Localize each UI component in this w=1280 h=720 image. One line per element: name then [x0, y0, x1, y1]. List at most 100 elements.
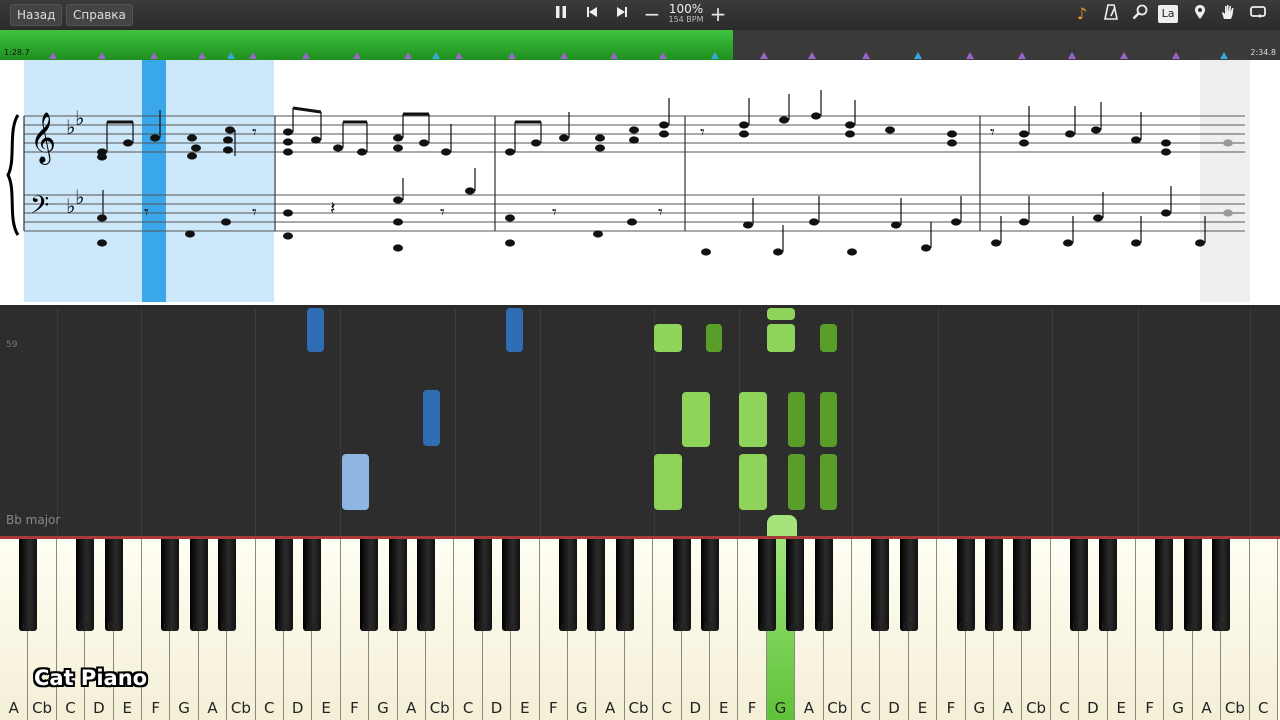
- playhead-cursor: [142, 60, 166, 302]
- key-label: Ab: [192, 622, 206, 633]
- timeline-marker: [711, 52, 719, 59]
- black-key[interactable]: Gb: [1155, 539, 1174, 633]
- fade-edge: [1200, 60, 1250, 302]
- speed-increase-icon[interactable]: +: [707, 4, 729, 24]
- key-label: D: [1087, 699, 1099, 717]
- pitch-label: 59: [6, 340, 18, 350]
- sheet-music[interactable]: 𝄞 𝄢 ♭ ♭ ♭ ♭ 𝄾 𝄾 𝄾 𝄽 𝄾 𝄾 𝄾 𝄾 𝄾: [0, 60, 1280, 305]
- black-key[interactable]: Eb: [701, 539, 719, 633]
- black-key[interactable]: Eb: [104, 539, 123, 633]
- location-pin-icon[interactable]: [1189, 4, 1211, 25]
- language-icon[interactable]: La: [1158, 5, 1178, 23]
- black-key[interactable]: Ab: [786, 539, 805, 633]
- timeline-marker: [227, 52, 235, 59]
- speed-decrease-icon[interactable]: −: [641, 4, 663, 24]
- skip-forward-icon[interactable]: [611, 4, 633, 24]
- piano-keyboard[interactable]: A Cb C D E F G A Cb C D E F G A Cb C D E F G A Cb C D E F G A Cb C D E F G…: [0, 539, 1280, 720]
- loop-icon[interactable]: [1247, 4, 1269, 24]
- black-key[interactable]: Gb: [757, 539, 776, 633]
- black-key[interactable]: Db: [871, 539, 890, 633]
- timeline-marker: [249, 52, 257, 59]
- timeline-marker: [610, 52, 618, 59]
- black-key[interactable]: Bb: [1013, 539, 1032, 633]
- timeline-marker: [1018, 52, 1026, 59]
- key-label: Eb: [703, 622, 717, 633]
- key-label: Ab: [987, 622, 1001, 633]
- song-timeline[interactable]: 1:28.7 2:34.8: [0, 30, 1280, 60]
- black-key[interactable]: Ab: [1183, 539, 1202, 633]
- timeline-marker: [49, 52, 57, 59]
- black-key[interactable]: Eb: [502, 539, 521, 633]
- key-label: Gb: [560, 622, 576, 633]
- black-key[interactable]: Bb: [218, 539, 237, 633]
- skip-back-icon[interactable]: [581, 4, 603, 24]
- zoom-icon[interactable]: [1129, 4, 1151, 25]
- pause-icon[interactable]: [550, 4, 572, 24]
- black-key[interactable]: Ab: [388, 539, 407, 633]
- key-label: Bb: [220, 622, 234, 633]
- black-key[interactable]: Gb: [956, 539, 975, 633]
- black-key[interactable]: Eb: [899, 539, 918, 633]
- black-key[interactable]: Eb: [1098, 539, 1117, 633]
- black-key[interactable]: Gb: [360, 539, 379, 633]
- key-label: D: [888, 699, 900, 717]
- key-label: A: [604, 699, 616, 717]
- black-key[interactable]: Bb: [19, 539, 38, 633]
- svg-text:𝄾: 𝄾: [658, 202, 663, 223]
- key-label: Bb: [419, 622, 433, 633]
- key-label: F: [548, 699, 558, 717]
- svg-text:𝄽: 𝄽: [330, 198, 336, 219]
- right-hand-note: [739, 392, 767, 447]
- svg-text:𝄾: 𝄾: [144, 202, 149, 223]
- black-key[interactable]: Db: [473, 539, 492, 633]
- key-label: C: [1258, 699, 1269, 717]
- note-icon[interactable]: ♪: [1071, 4, 1093, 24]
- key-label: Gb: [958, 622, 973, 633]
- tempo-percent: 100%: [668, 2, 704, 16]
- key-label: Cb: [628, 699, 649, 717]
- black-key[interactable]: Bb: [615, 539, 634, 633]
- svg-text:𝄾: 𝄾: [440, 202, 445, 223]
- key-signature-flat: ♭: [75, 185, 84, 209]
- back-button[interactable]: Назад: [10, 4, 63, 26]
- left-hand-note: [342, 454, 369, 510]
- timeline-marker: [1172, 52, 1180, 59]
- black-key[interactable]: Db: [1070, 539, 1089, 633]
- help-button[interactable]: Справка: [66, 4, 133, 26]
- key-label: Bb: [1015, 622, 1029, 633]
- black-key[interactable]: Ab: [189, 539, 208, 633]
- key-label: G: [377, 699, 389, 717]
- key-label: F: [1145, 699, 1155, 717]
- black-key[interactable]: Ab: [587, 539, 606, 633]
- svg-text:𝄾: 𝄾: [990, 122, 995, 143]
- key-label: Cb: [1026, 699, 1047, 717]
- hand-icon[interactable]: [1217, 4, 1239, 25]
- right-hand-note: [654, 324, 682, 352]
- key-label: Db: [276, 622, 292, 633]
- timeline-marker: [1120, 52, 1128, 59]
- key-label: Cb: [429, 699, 450, 717]
- black-key[interactable]: Bb: [814, 539, 833, 633]
- key-label: Db: [78, 622, 93, 633]
- key-signature-flat: ♭: [75, 106, 84, 130]
- right-hand-note: [682, 392, 710, 447]
- key-label: C: [860, 699, 871, 717]
- white-key[interactable]: C: [1249, 539, 1278, 720]
- black-key[interactable]: Db: [275, 539, 293, 633]
- top-toolbar: Назад Справка − 100% 154 BPM + ♪ La: [0, 0, 1280, 30]
- black-key[interactable]: Eb: [303, 539, 322, 633]
- key-label: Gb: [163, 622, 178, 633]
- right-hand-note: [820, 392, 837, 447]
- metronome-icon[interactable]: [1100, 4, 1122, 25]
- black-key[interactable]: Db: [672, 539, 691, 633]
- black-key[interactable]: Gb: [161, 539, 180, 633]
- black-key[interactable]: Bb: [1212, 539, 1231, 633]
- black-key[interactable]: Bb: [417, 539, 435, 633]
- black-key[interactable]: Ab: [985, 539, 1003, 633]
- right-hand-note: [767, 308, 795, 320]
- key-label: D: [490, 699, 503, 717]
- key-label: Eb: [306, 622, 319, 633]
- key-label: Cb: [230, 699, 251, 717]
- black-key[interactable]: Gb: [559, 539, 577, 633]
- black-key[interactable]: Db: [76, 539, 95, 633]
